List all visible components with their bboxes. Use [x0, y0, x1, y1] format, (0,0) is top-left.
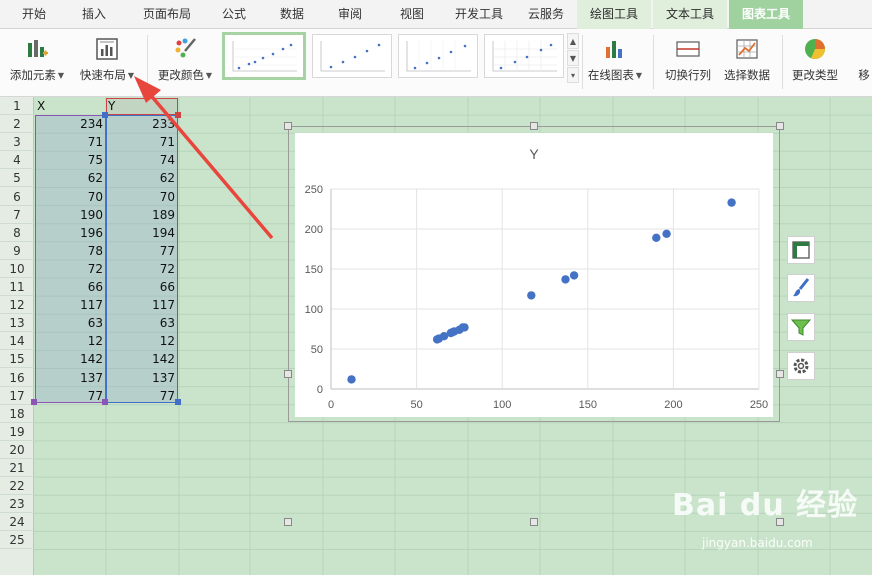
spreadsheet-app: 开始 插入 页面布局 公式 数据 审阅 视图 开发工具 云服务 绘图工具 文本工… [0, 0, 872, 575]
baidu-watermark: Bai du 经验 jingyan.baidu.com [672, 480, 872, 560]
watermark-brand: Bai du 经验 [672, 488, 859, 523]
watermark-url: jingyan.baidu.com [702, 536, 813, 550]
arrow-head [134, 76, 161, 103]
